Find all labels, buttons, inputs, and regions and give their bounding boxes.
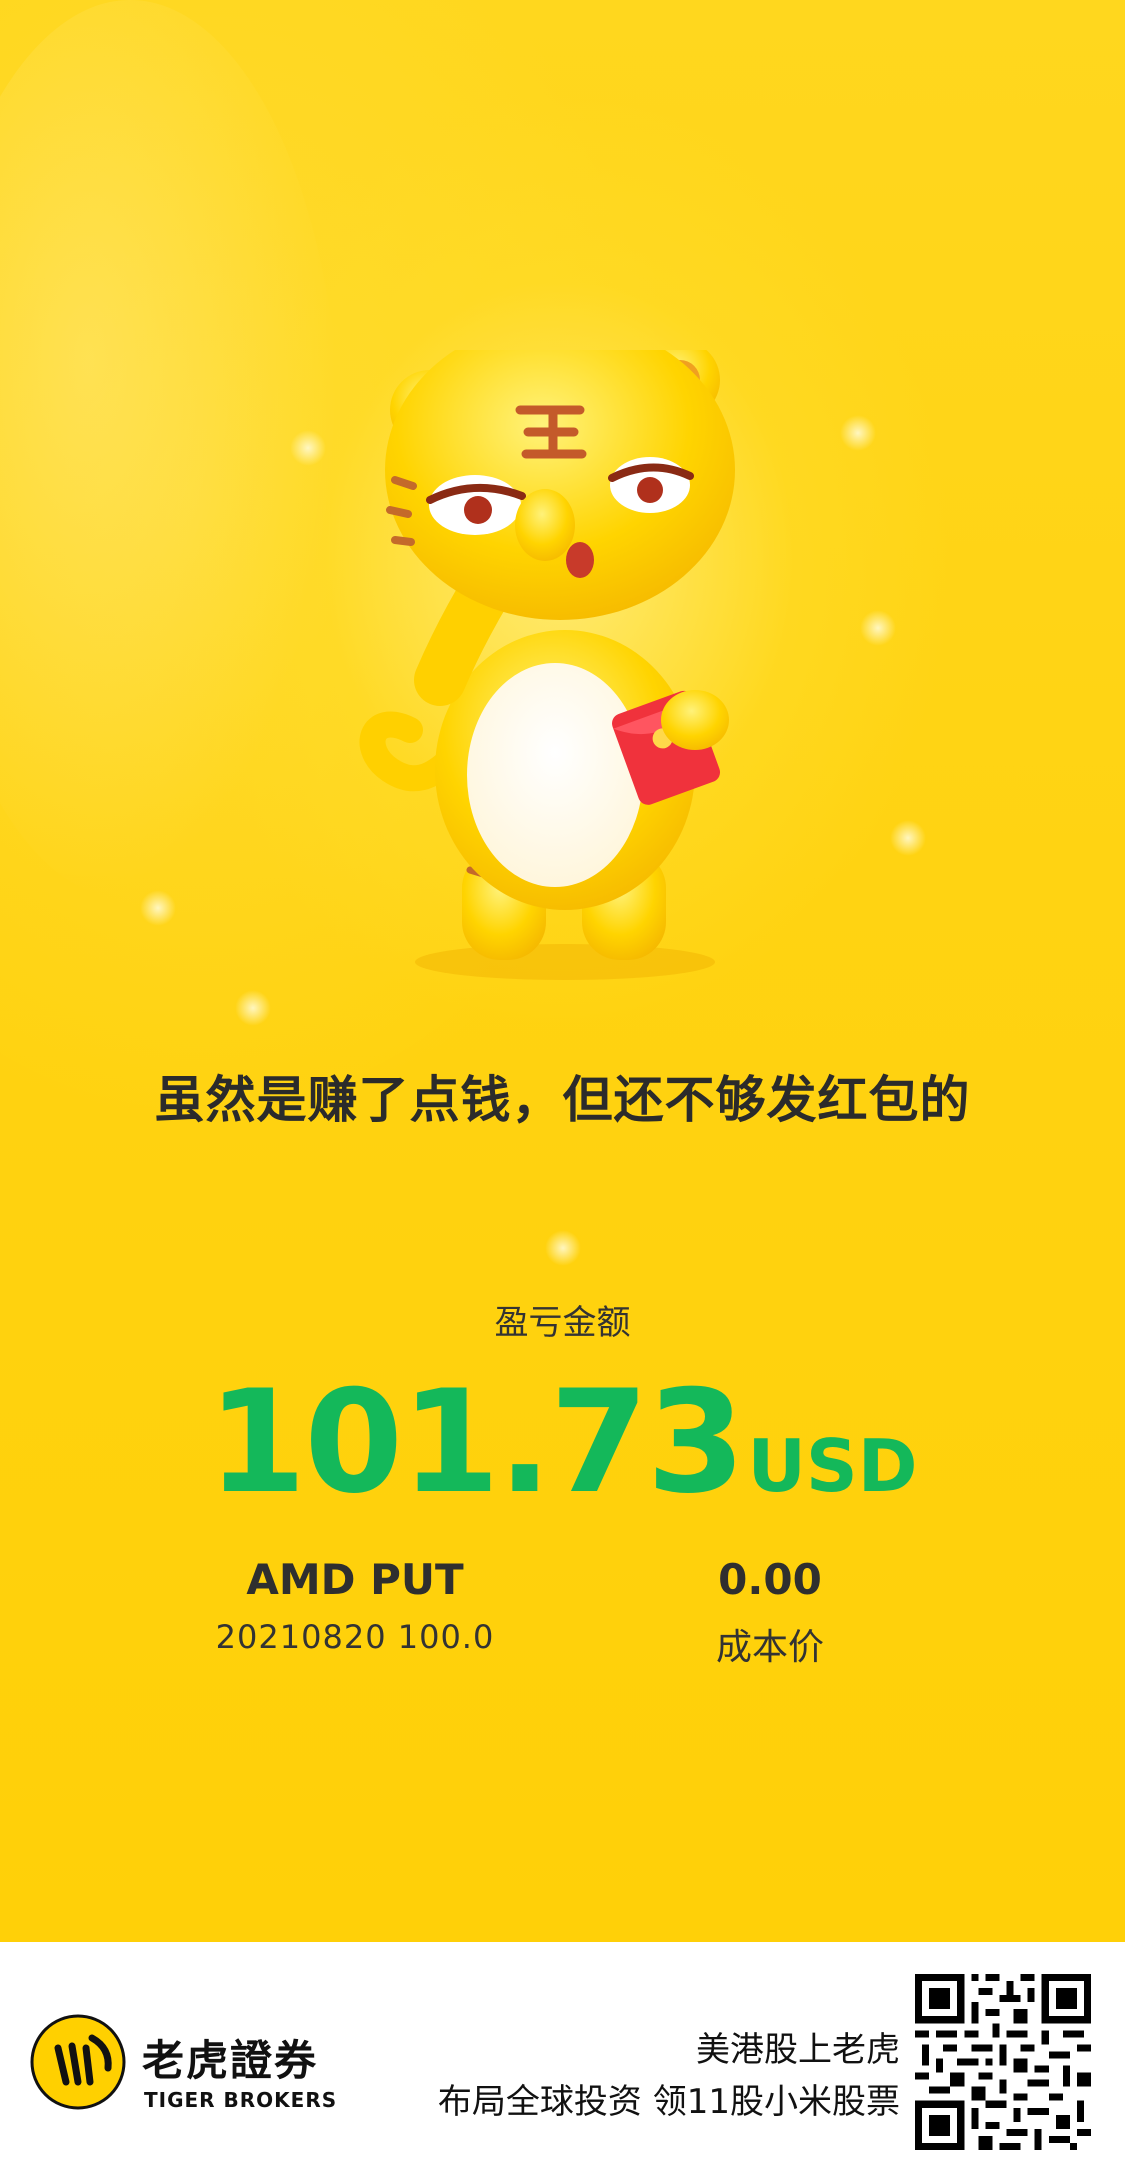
share-card: 虽然是赚了点钱，但还不够发红包的 盈亏金额 101.73USD AMD PUT … — [0, 0, 1125, 2183]
sparkle — [890, 820, 926, 856]
sparkle — [290, 430, 326, 466]
headline-text: 虽然是赚了点钱，但还不够发红包的 — [154, 1071, 971, 1129]
sparkle — [140, 890, 176, 926]
brand-name-en: TIGER BROKERS — [144, 2088, 338, 2112]
tiger-logo-icon — [30, 2014, 126, 2110]
sparkle — [235, 990, 271, 1026]
pnl-label: 盈亏金额 — [494, 1303, 631, 1343]
brand-name-cn: 老虎證券 — [142, 2036, 319, 2085]
pnl-amount: 101.73USD — [0, 1360, 1125, 1525]
background-smoke — [0, 0, 340, 900]
qr-code-icon[interactable] — [915, 1974, 1091, 2150]
sparkle — [545, 1230, 581, 1266]
pnl-unit: USD — [747, 1424, 918, 1508]
sparkle — [840, 415, 876, 451]
sparkle — [860, 610, 896, 646]
cost-value: 0.00 — [718, 1555, 822, 1604]
pnl-value: 101.73 — [207, 1360, 745, 1525]
tiger-mascot-icon — [359, 350, 735, 980]
contract-detail: 20210820 100.0 — [215, 1618, 495, 1656]
cost-info: 0.00 成本价 — [640, 1555, 900, 1670]
cost-label: 成本价 — [715, 1627, 824, 1668]
contract-name: AMD PUT — [246, 1555, 464, 1604]
slogan-line2: 布局全球投资 领11股小米股票 — [437, 2082, 900, 2122]
footer: 老虎證券 TIGER BROKERS 美港股上老虎 布局全球投资 领11股小米股… — [0, 1942, 1125, 2183]
slogan-line1: 美港股上老虎 — [696, 2030, 900, 2070]
contract-info: AMD PUT 20210820 100.0 — [165, 1555, 545, 1656]
